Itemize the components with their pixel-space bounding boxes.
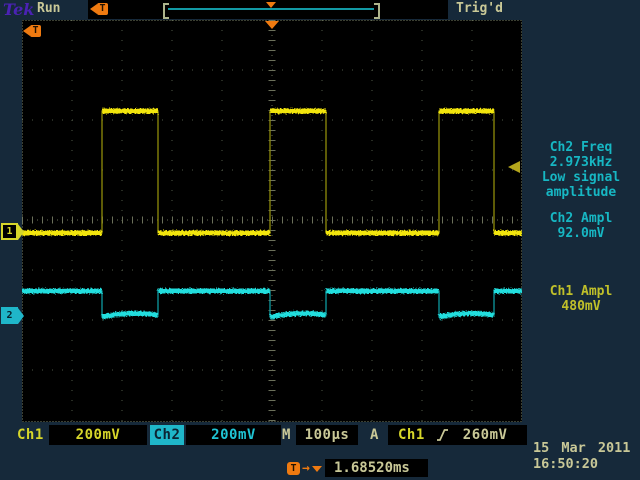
- measurement-note: Low signal: [522, 170, 640, 185]
- right-point-icon: [18, 224, 24, 240]
- horizontal-position-readout: 1.68520ms: [325, 459, 428, 477]
- t-letter: T: [97, 3, 108, 15]
- acq-window-right-bracket-icon: [374, 3, 380, 19]
- timebase-readout: 100µs: [296, 425, 358, 445]
- ch1-trace: [22, 111, 522, 233]
- measurement-ch1-ampl: Ch1 Ampl 480mV: [522, 284, 640, 314]
- trigger-type-label: A: [370, 425, 379, 445]
- ch1-scale-readout: 200mV: [49, 425, 147, 445]
- t-letter: T: [30, 25, 41, 37]
- measurement-value: 2.973kHz: [522, 155, 640, 170]
- measurement-label: Ch1 Ampl: [522, 284, 640, 299]
- measurement-ch2-freq: Ch2 Freq 2.973kHz Low signal amplitude: [522, 140, 640, 200]
- trigger-level: 260mV: [463, 425, 508, 445]
- acquisition-status: Run: [37, 1, 60, 16]
- ch1-ground-marker: 1: [1, 223, 24, 240]
- left-arrow-icon: [90, 4, 97, 14]
- brand-logo: Tek: [3, 0, 34, 19]
- ch2-label: Ch2: [150, 425, 184, 445]
- trigger-level-arrow-icon: [508, 161, 520, 173]
- timebase-label: M: [282, 425, 291, 445]
- trigger-offscreen-left-icon: T: [23, 25, 41, 37]
- datetime: 15 Mar 2011 16:50:20: [533, 440, 630, 472]
- acq-window-line: [168, 8, 374, 10]
- measurement-label: Ch2 Freq: [522, 140, 640, 155]
- measurement-value: 480mV: [522, 299, 640, 314]
- ch1-trace-edges: [22, 111, 522, 233]
- trigger-position-t-icon: T: [90, 3, 108, 15]
- graticule-grid: [22, 20, 522, 422]
- trigger-readout: Ch1 260mV: [388, 425, 527, 445]
- acq-trigger-marker-icon: [266, 2, 276, 8]
- trigger-state: Trig'd: [456, 1, 503, 16]
- measurement-note: amplitude: [522, 185, 640, 200]
- oscilloscope-screen: Tek Run T Trig'd: [0, 0, 640, 480]
- ch2-ground-marker: 2: [1, 307, 24, 324]
- time: 16:50:20: [533, 456, 630, 472]
- horizontal-t-icon: T: [287, 462, 300, 475]
- trigger-source: Ch1: [398, 425, 425, 445]
- ch1-label: Ch1: [17, 425, 44, 445]
- left-arrow-icon: [23, 26, 30, 36]
- measurement-ch2-ampl: Ch2 Ampl 92.0mV: [522, 211, 640, 241]
- acq-window-left-bracket-icon: [163, 3, 169, 19]
- ch2-trace: [22, 291, 522, 317]
- graticule: T: [22, 20, 522, 422]
- rising-edge-icon: [436, 428, 449, 442]
- right-point-icon: [18, 308, 24, 324]
- ch2-scale-readout: 200mV: [186, 425, 281, 445]
- measurement-label: Ch2 Ampl: [522, 211, 640, 226]
- horizontal-marker-triangle-icon: [312, 466, 322, 472]
- t-letter: T: [287, 462, 300, 475]
- acquisition-bar: T: [88, 0, 448, 19]
- horizontal-arrow-icon: →: [302, 462, 310, 476]
- date: 15 Mar 2011: [533, 440, 630, 456]
- measurement-value: 92.0mV: [522, 226, 640, 241]
- trigger-position-marker-icon: [265, 21, 279, 29]
